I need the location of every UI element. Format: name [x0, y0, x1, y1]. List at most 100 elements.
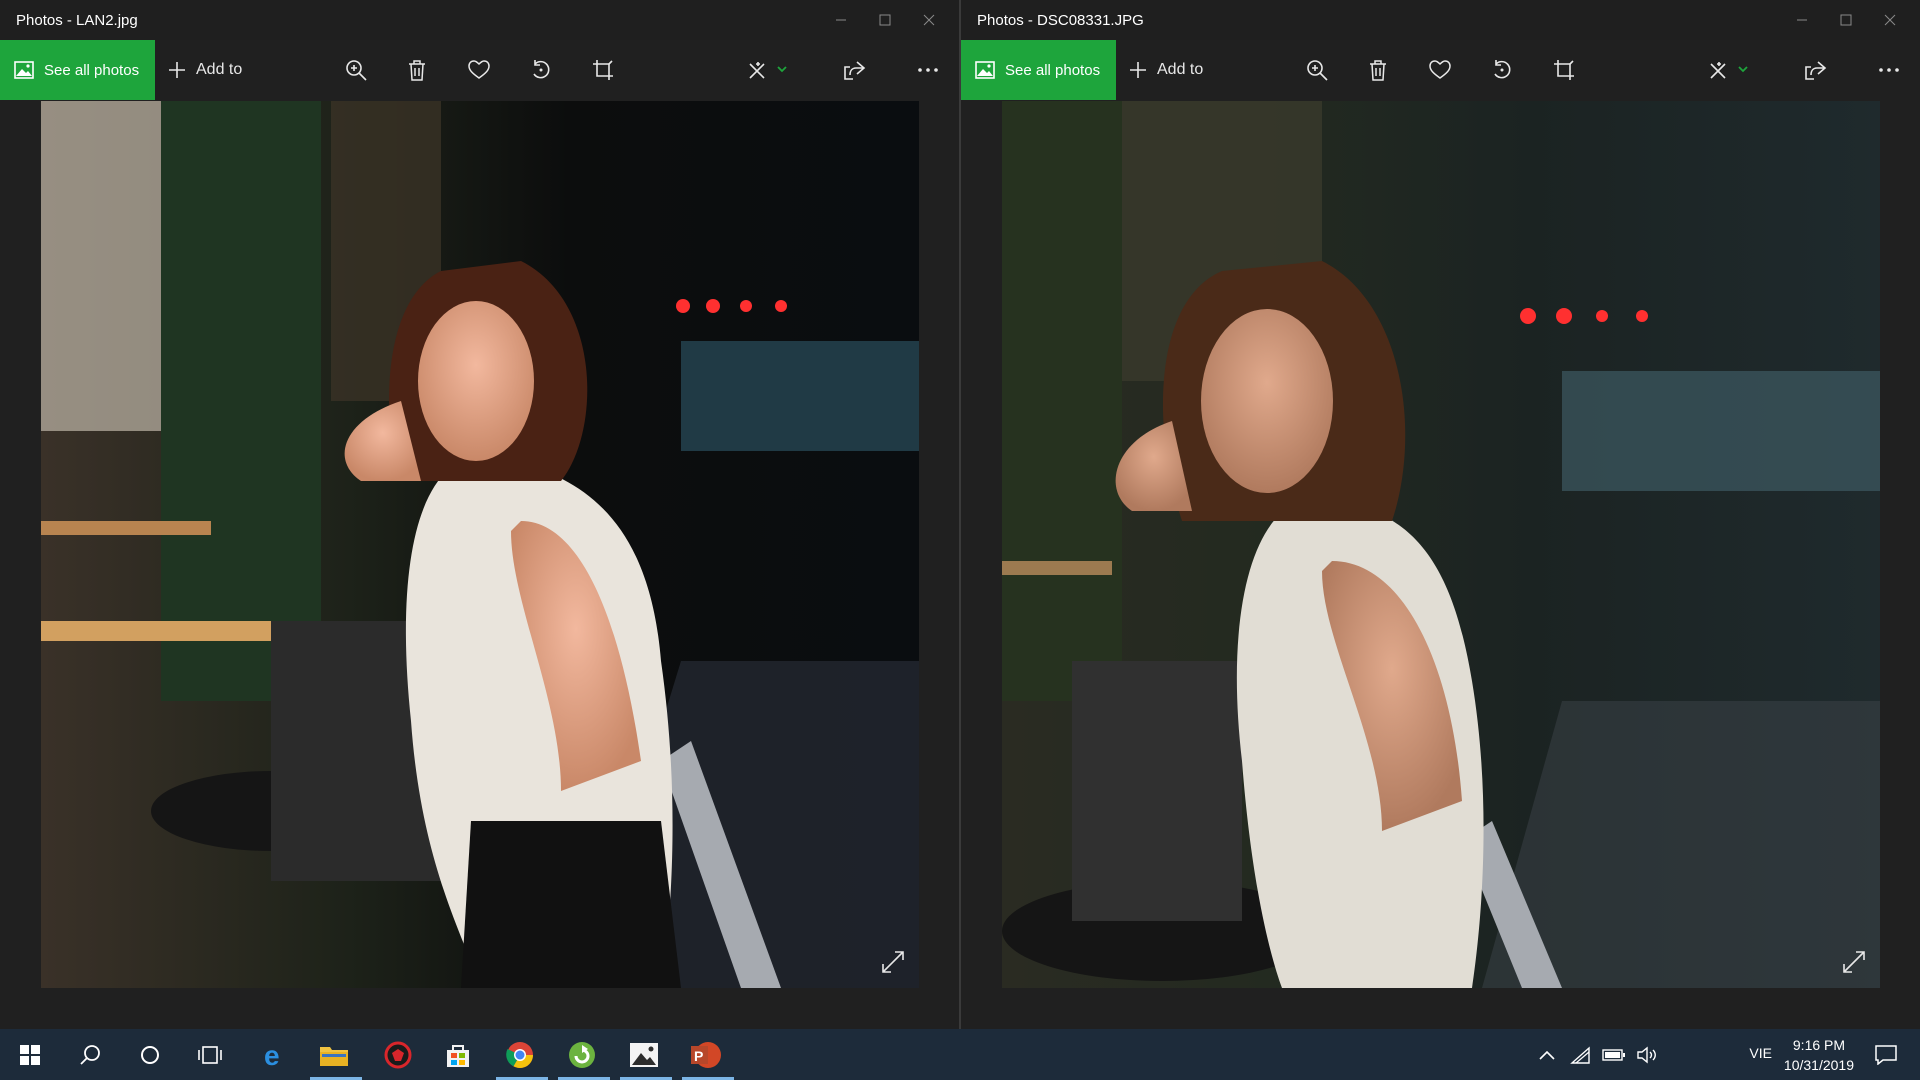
cortana-icon	[141, 1046, 159, 1064]
close-button[interactable]	[1868, 4, 1912, 36]
see-all-label: See all photos	[44, 61, 140, 79]
favorite-button[interactable]	[463, 54, 495, 86]
rotate-button[interactable]	[1486, 54, 1518, 86]
photos-app-icon	[630, 1043, 658, 1067]
search-button[interactable]	[72, 1037, 108, 1073]
start-button[interactable]	[12, 1037, 48, 1073]
photos-icon	[14, 61, 34, 79]
svg-text:P: P	[694, 1048, 703, 1064]
rotate-icon	[1494, 60, 1511, 79]
cortana-button[interactable]	[132, 1037, 168, 1073]
expand-icon	[882, 951, 904, 973]
crop-icon	[1554, 60, 1574, 80]
close-icon	[923, 14, 935, 26]
powerpoint-button[interactable]: P	[688, 1037, 724, 1073]
battery-icon[interactable]	[1602, 1048, 1626, 1062]
more-button[interactable]	[912, 54, 944, 86]
show-hidden-icons-icon[interactable]	[1538, 1049, 1556, 1061]
more-icon	[1879, 68, 1899, 72]
language-indicator[interactable]: VIE	[1749, 1045, 1772, 1061]
edit-enhance-icon	[749, 62, 787, 79]
photo-view[interactable]	[41, 101, 919, 988]
see-all-photos-button[interactable]: See all photos	[961, 40, 1116, 100]
chrome-button[interactable]	[502, 1037, 538, 1073]
minimize-icon	[836, 19, 846, 21]
minimize-icon	[1797, 19, 1807, 21]
edit-enhance-button[interactable]	[745, 54, 793, 86]
more-icon	[918, 68, 938, 72]
rotate-button[interactable]	[525, 54, 557, 86]
file-explorer-button[interactable]	[316, 1037, 352, 1073]
rotate-icon	[533, 60, 550, 79]
action-center-button[interactable]	[1868, 1037, 1904, 1073]
maximize-button[interactable]	[863, 4, 907, 36]
start-icon	[20, 1045, 40, 1065]
maximize-icon	[1840, 14, 1852, 26]
clock[interactable]: 9:16 PM 10/31/2019	[1784, 1035, 1854, 1075]
app-red-button[interactable]	[380, 1037, 416, 1073]
app-red-icon	[384, 1041, 412, 1069]
zoom-in-icon	[1307, 60, 1328, 81]
system-tray	[1538, 1029, 1658, 1080]
photo-view[interactable]	[1002, 101, 1880, 988]
photos-window-right: Photos - DSC08331.JPG See all photos Add…	[961, 0, 1920, 1029]
fullscreen-button[interactable]	[1842, 950, 1866, 974]
notification-icon	[1875, 1045, 1897, 1065]
crop-icon	[593, 60, 613, 80]
crop-button[interactable]	[587, 54, 619, 86]
task-view-icon	[198, 1046, 222, 1064]
share-icon	[1805, 61, 1827, 80]
photos-app-button[interactable]	[626, 1037, 662, 1073]
file-explorer-icon	[320, 1047, 348, 1066]
maximize-icon	[879, 14, 891, 26]
window-title: Photos - LAN2.jpg	[16, 12, 138, 29]
toolbar: See all photos Add to	[961, 40, 1920, 100]
share-button[interactable]	[839, 54, 871, 86]
more-button[interactable]	[1873, 54, 1905, 86]
add-to-label: Add to	[1157, 61, 1204, 78]
favorite-button[interactable]	[1424, 54, 1456, 86]
title-bar[interactable]: Photos - LAN2.jpg	[0, 0, 959, 40]
delete-button[interactable]	[1362, 54, 1394, 86]
photos-window-left: Photos - LAN2.jpg See all photos Add to	[0, 0, 959, 1029]
close-button[interactable]	[907, 4, 951, 36]
delete-button[interactable]	[401, 54, 433, 86]
delete-icon	[409, 60, 425, 81]
add-to-label: Add to	[196, 61, 243, 78]
fullscreen-button[interactable]	[881, 950, 905, 974]
see-all-label: See all photos	[1005, 61, 1101, 79]
edge-icon: e	[264, 1041, 280, 1069]
share-icon	[844, 61, 866, 80]
app-green-button[interactable]	[564, 1037, 600, 1073]
zoom-button[interactable]	[340, 54, 372, 86]
app-green-icon	[569, 1042, 595, 1068]
crop-button[interactable]	[1548, 54, 1580, 86]
store-icon	[447, 1045, 469, 1067]
maximize-button[interactable]	[1824, 4, 1868, 36]
plus-icon	[1130, 62, 1146, 78]
window-title: Photos - DSC08331.JPG	[977, 12, 1144, 29]
clock-date: 10/31/2019	[1783, 1057, 1854, 1073]
expand-icon	[1843, 951, 1865, 973]
add-to-button[interactable]: Add to	[168, 40, 242, 100]
minimize-button[interactable]	[1780, 4, 1824, 36]
store-button[interactable]	[440, 1037, 476, 1073]
close-icon	[1884, 14, 1896, 26]
powerpoint-icon: P	[691, 1042, 721, 1068]
share-button[interactable]	[1800, 54, 1832, 86]
edit-enhance-button[interactable]	[1706, 54, 1754, 86]
photo-image	[1002, 101, 1880, 988]
zoom-button[interactable]	[1301, 54, 1333, 86]
edge-button[interactable]: e	[256, 1037, 292, 1073]
add-to-button[interactable]: Add to	[1129, 40, 1203, 100]
volume-icon[interactable]	[1636, 1046, 1658, 1064]
see-all-photos-button[interactable]: See all photos	[0, 40, 155, 100]
search-icon	[80, 1045, 100, 1065]
delete-icon	[1370, 60, 1386, 81]
task-view-button[interactable]	[192, 1037, 228, 1073]
edit-enhance-icon	[1710, 62, 1748, 79]
title-bar[interactable]: Photos - DSC08331.JPG	[961, 0, 1920, 40]
zoom-in-icon	[346, 60, 367, 81]
minimize-button[interactable]	[819, 4, 863, 36]
network-icon[interactable]	[1570, 1045, 1592, 1064]
